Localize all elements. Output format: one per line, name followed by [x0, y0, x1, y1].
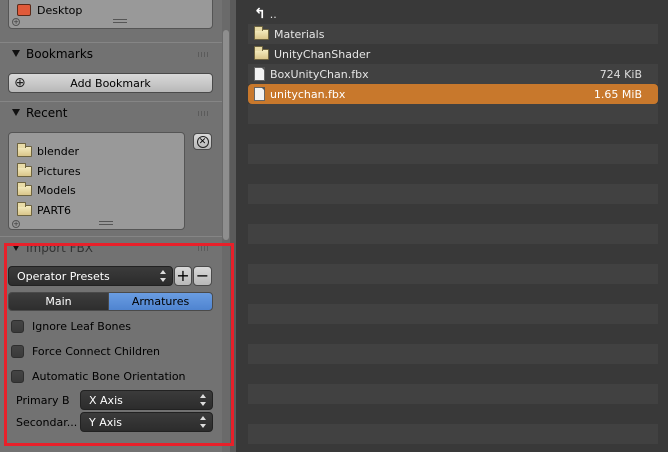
resize-grip[interactable] — [99, 221, 113, 225]
file-row[interactable]: Materials — [248, 24, 658, 44]
plus-icon: + — [176, 266, 190, 285]
add-bookmark-button[interactable]: ⊕ Add Bookmark — [8, 73, 213, 93]
folder-icon — [17, 162, 32, 177]
list-item[interactable]: Models — [17, 181, 76, 199]
file-browser-sidebar: Desktop + Bookmarks ⊕ Add Bookmark Recen… — [0, 0, 230, 452]
add-preset-button[interactable]: + — [174, 266, 192, 286]
resize-grip[interactable] — [113, 19, 127, 23]
bookmarks-header[interactable]: Bookmarks — [0, 42, 222, 64]
list-item[interactable]: blender — [17, 142, 79, 160]
row-stripe — [248, 264, 658, 284]
drag-grip-icon[interactable] — [198, 52, 210, 57]
row-stripe — [248, 144, 658, 164]
panel-title: Import FBX — [26, 240, 93, 255]
add-icon[interactable]: + — [12, 18, 20, 26]
list-item-label: Desktop — [37, 3, 83, 17]
folder-icon — [254, 25, 269, 40]
collapse-triangle-icon — [12, 50, 20, 57]
minus-icon: − — [195, 266, 210, 285]
list-item[interactable]: Pictures — [17, 162, 81, 180]
secondary-bone-axis-label: Secondar... — [16, 416, 78, 429]
remove-preset-button[interactable]: − — [193, 266, 212, 286]
up-down-arrows-icon — [200, 416, 207, 428]
up-down-arrows-icon — [200, 394, 207, 406]
ignore-leaf-bones-checkbox[interactable]: Ignore Leaf Bones — [11, 316, 131, 336]
folder-icon — [17, 201, 32, 216]
row-stripe — [248, 184, 658, 204]
file-icon — [254, 67, 265, 81]
import-fbx-header[interactable]: Import FBX — [0, 236, 222, 258]
secondary-bone-axis-dropdown[interactable]: Y Axis — [80, 412, 213, 432]
checkbox-box[interactable] — [11, 344, 24, 358]
row-stripe — [248, 384, 658, 404]
primary-bone-axis-label: Primary B — [16, 394, 70, 407]
parent-directory-icon: ↰ — [254, 6, 266, 22]
row-stripe — [248, 424, 658, 444]
file-size: 1.65 MiB — [593, 87, 642, 101]
file-icon — [254, 87, 265, 101]
row-stripe — [248, 344, 658, 364]
tab-armatures[interactable]: Armatures — [108, 292, 213, 311]
plus-icon: ⊕ — [14, 75, 26, 91]
folder-icon — [254, 45, 269, 60]
add-icon[interactable]: + — [12, 220, 20, 228]
file-size: 724 KiB — [599, 67, 642, 81]
drag-grip-icon[interactable] — [198, 246, 210, 251]
collapse-triangle-icon — [12, 244, 20, 251]
checkbox-box[interactable] — [11, 319, 24, 333]
desktop-icon — [17, 4, 31, 16]
automatic-bone-orientation-checkbox[interactable]: Automatic Bone Orientation — [11, 366, 186, 386]
folder-icon — [17, 142, 32, 157]
folder-icon — [17, 181, 32, 196]
row-stripe — [248, 304, 658, 324]
checkbox-box[interactable] — [11, 369, 24, 383]
row-stripe — [248, 224, 658, 244]
up-down-arrows-icon — [160, 270, 167, 282]
clear-recent-button[interactable]: ✕ — [193, 133, 212, 150]
tab-main[interactable]: Main — [8, 292, 109, 311]
parent-directory-row[interactable]: ↰ .. — [248, 4, 658, 24]
panel-title: Recent — [26, 105, 68, 120]
operator-presets-dropdown[interactable]: Operator Presets — [8, 266, 173, 286]
close-icon: ✕ — [196, 135, 209, 148]
drag-grip-icon[interactable] — [198, 111, 210, 116]
system-list: Desktop + — [8, 0, 213, 29]
recent-header[interactable]: Recent — [0, 101, 222, 123]
list-item[interactable]: Desktop — [17, 1, 82, 19]
file-row[interactable]: UnityChanShader — [248, 44, 658, 64]
file-list: ↰ .. Materials UnityChanShader BoxUnityC… — [236, 0, 668, 452]
force-connect-children-checkbox[interactable]: Force Connect Children — [11, 341, 160, 361]
file-row[interactable]: BoxUnityChan.fbx 724 KiB — [248, 64, 658, 84]
panel-title: Bookmarks — [26, 46, 94, 61]
file-row-selected[interactable]: unitychan.fbx 1.65 MiB — [248, 84, 658, 104]
recent-list: blender Pictures Models PART6 + — [8, 132, 185, 230]
row-stripe — [248, 104, 658, 124]
sidebar-scroll-thumb[interactable] — [223, 30, 229, 240]
primary-bone-axis-dropdown[interactable]: X Axis — [80, 390, 213, 410]
collapse-triangle-icon — [12, 109, 20, 116]
list-item[interactable]: PART6 — [17, 201, 71, 219]
